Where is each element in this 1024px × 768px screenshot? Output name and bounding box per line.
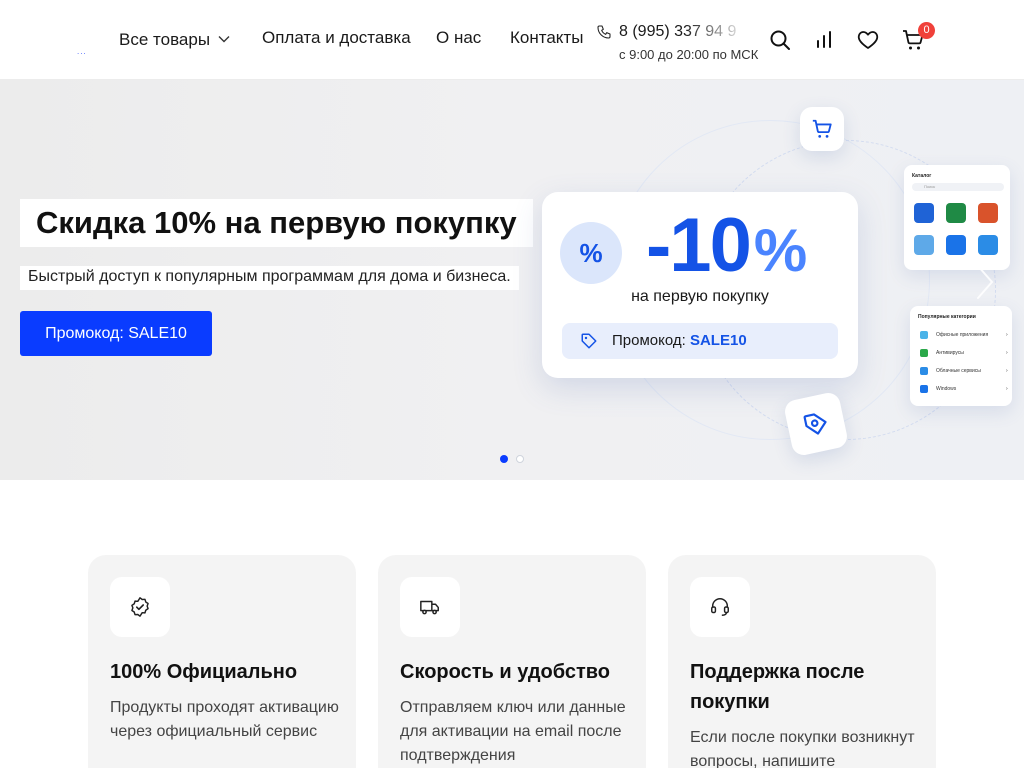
discount-number: -10 [646, 203, 752, 288]
hero-banner: Скидка 10% на первую покупку Быстрый дос… [0, 80, 1024, 480]
catalog-preview-panel: Каталог Поиск [904, 165, 1010, 270]
chevron-down-icon [218, 28, 230, 48]
feature-icon-box [400, 577, 460, 637]
categories-preview-title: Популярные категории [918, 314, 976, 320]
category-label: Облачные сервисы [936, 368, 981, 374]
nav-contacts[interactable]: Контакты [510, 28, 583, 48]
feature-icon-box [110, 577, 170, 637]
phone-number[interactable]: 8 (995) 337 94 9 [619, 23, 739, 41]
promo-code-label: Промокод: [612, 332, 686, 349]
chevron-right-icon: › [1006, 332, 1008, 338]
discount-percent-sign: % [753, 217, 807, 284]
promo-code-button[interactable]: Промокод: SALE10 [20, 311, 212, 356]
nav-about[interactable]: О нас [436, 28, 481, 48]
discount-value: -10% [646, 203, 807, 291]
chevron-right-icon: › [1006, 368, 1008, 374]
feature-card-official: 100% Официально Продукты проходят актива… [88, 555, 356, 768]
cart-count-badge: 0 [918, 22, 935, 39]
headset-icon [711, 598, 729, 616]
tag-icon [581, 333, 597, 349]
logo[interactable]: ... [77, 47, 87, 56]
windows-app-icon [946, 235, 966, 255]
floating-tag-tile [782, 390, 850, 458]
feature-card-speed: Скорость и удобство Отправляем ключ или … [378, 555, 646, 768]
promo-card: % -10% на первую покупку Промокод: SALE1… [542, 192, 858, 378]
hero-subtitle: Быстрый доступ к популярным программам д… [20, 266, 519, 290]
powerpoint-app-icon [978, 203, 998, 223]
outlook-app-icon [914, 203, 934, 223]
slider-next-arrow[interactable] [970, 262, 998, 302]
app-icon [914, 235, 934, 255]
office-icon [920, 331, 928, 339]
cart-icon [812, 119, 832, 138]
nav-all-products-label: Все товары [119, 30, 211, 49]
category-label: Windows [936, 386, 957, 392]
feature-text: Продукты проходят активацию через официа… [110, 699, 339, 740]
feature-title: Скорость и удобство [400, 661, 610, 683]
excel-app-icon [946, 203, 966, 223]
working-hours: с 9:00 до 20:00 по МСК [619, 47, 759, 62]
tag-icon [803, 413, 827, 435]
slider-dot[interactable] [516, 455, 524, 463]
floating-cart-tile [800, 107, 844, 151]
heart-icon[interactable] [856, 28, 880, 52]
site-header: ... Все товары Оплата и доставка О нас К… [0, 0, 1024, 80]
category-label: Антивирусы [936, 350, 964, 356]
chevron-right-icon: › [1006, 386, 1008, 392]
promo-card-caption: на первую покупку [631, 288, 769, 305]
category-label: Офисные приложения [936, 332, 989, 338]
feature-text: Отправляем ключ или данные для активации… [400, 699, 626, 764]
feature-card-support: Поддержка после покупки Если после покуп… [668, 555, 936, 768]
windows-icon [920, 385, 928, 393]
hero-title: Скидка 10% на первую покупку [20, 199, 533, 247]
percent-badge: % [560, 222, 622, 284]
cloud-app-icon [978, 235, 998, 255]
feature-icon-box [690, 577, 750, 637]
search-icon[interactable] [768, 28, 792, 52]
catalog-preview-search: Поиск [912, 183, 1004, 191]
category-row: Облачные сервисы › [920, 367, 1008, 375]
nav-all-products[interactable]: Все товары [119, 28, 230, 50]
cloud-icon [920, 367, 928, 375]
phone-icon [597, 25, 611, 39]
shield-icon [920, 349, 928, 357]
feature-title: Поддержка после покупки [690, 661, 865, 713]
promo-code-box: Промокод: SALE10 [562, 323, 838, 359]
categories-preview-panel: Популярные категории Офисные приложения ›… [910, 306, 1012, 406]
category-row: Офисные приложения › [920, 331, 1008, 339]
slider-dot-active[interactable] [500, 455, 508, 463]
catalog-preview-title: Каталог [912, 173, 932, 179]
category-row: Антивирусы › [920, 349, 1008, 357]
feature-text: Если после покупки возникнут вопросы, на… [690, 729, 915, 768]
badge-check-icon [131, 597, 149, 617]
promo-code-value: SALE10 [689, 332, 747, 349]
truck-icon [420, 600, 439, 615]
chevron-right-icon: › [1006, 350, 1008, 356]
category-row: Windows › [920, 385, 1008, 393]
compare-icon[interactable] [812, 28, 836, 52]
nav-payment-delivery[interactable]: Оплата и доставка [262, 28, 411, 48]
feature-title: 100% Официально [110, 661, 298, 683]
